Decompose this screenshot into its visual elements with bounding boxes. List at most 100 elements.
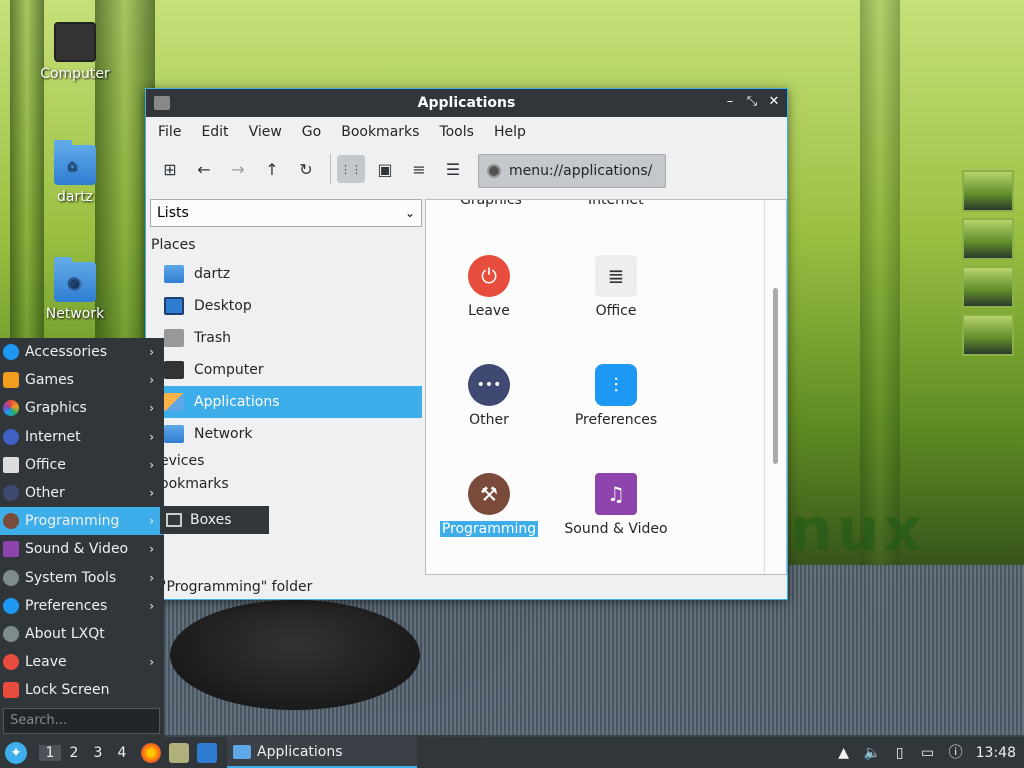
- menu-item-label: Lock Screen: [25, 682, 110, 699]
- place-applications[interactable]: Applications: [148, 386, 422, 418]
- start-menu-button[interactable]: ✦: [5, 741, 27, 764]
- menu-item-sound-video[interactable]: Sound & Video ›: [0, 535, 164, 563]
- volume-icon[interactable]: 🔈: [864, 745, 881, 761]
- menu-help[interactable]: Help: [484, 124, 536, 140]
- grid-item-other[interactable]: ••• Other: [429, 364, 549, 428]
- place-network[interactable]: Network: [148, 418, 422, 450]
- side-pane-mode-value: Lists: [157, 205, 189, 221]
- scrollbar-thumb[interactable]: [773, 288, 778, 464]
- desktop-switch-1[interactable]: 1: [39, 744, 61, 761]
- menu-item-about-lxqt[interactable]: About LXQt: [0, 620, 164, 648]
- menu-item-office[interactable]: Office ›: [0, 451, 164, 479]
- forward-arrow-icon[interactable]: →: [224, 155, 252, 183]
- menu-item-games[interactable]: Games ›: [0, 366, 164, 394]
- toolbar-separator: [330, 154, 331, 184]
- menu-go[interactable]: Go: [292, 124, 331, 140]
- location-bar[interactable]: menu://applications/: [478, 154, 666, 188]
- window-titlebar[interactable]: Applications – ⤡ ✕: [146, 89, 787, 117]
- grid-item-leave[interactable]: ⏻ Leave: [429, 255, 549, 319]
- folder-icon: [233, 744, 251, 759]
- menu-item-internet[interactable]: Internet ›: [0, 423, 164, 451]
- grid-item-office[interactable]: ≣ Office: [556, 255, 676, 319]
- menu-item-label: Office: [25, 456, 66, 473]
- icon-view-icon[interactable]: ⋮⋮: [337, 155, 365, 183]
- place-trash[interactable]: Trash: [148, 322, 422, 354]
- menu-edit[interactable]: Edit: [191, 124, 238, 140]
- side-pane-mode-select[interactable]: Lists ⌄: [150, 199, 422, 227]
- desktop-icon-computer[interactable]: Computer: [25, 22, 125, 82]
- clipboard-icon[interactable]: ▯: [892, 745, 908, 761]
- menu-item-other[interactable]: Other ›: [0, 479, 164, 507]
- info-icon: [3, 625, 19, 642]
- show-desktop-icon[interactable]: [197, 742, 217, 763]
- window-title: Applications: [417, 95, 516, 111]
- clock[interactable]: 13:48: [976, 745, 1016, 761]
- sliders-icon: [3, 597, 19, 614]
- grid-item-sound-video[interactable]: ♫ Sound & Video: [556, 473, 676, 537]
- menu-item-programming[interactable]: Programming ›: [0, 507, 164, 536]
- new-tab-icon[interactable]: ⊞: [156, 155, 184, 183]
- accessories-icon: [3, 344, 19, 361]
- workspace-thumbnail-4[interactable]: [962, 314, 1014, 356]
- chevron-right-icon: ›: [149, 570, 154, 585]
- power-icon: [3, 654, 19, 671]
- grid-item-label-partial: Internet: [588, 199, 644, 208]
- menu-item-accessories[interactable]: Accessories ›: [0, 338, 164, 366]
- boxes-icon: [166, 513, 182, 527]
- system-tray: ▲ 🔈 ▯ ▭ ⓘ 13:48: [836, 737, 1024, 768]
- desktop-switch-2[interactable]: 2: [63, 745, 85, 761]
- wallpaper-logo-text: nux: [790, 495, 927, 565]
- menu-item-label: Programming: [25, 513, 120, 530]
- reload-icon[interactable]: ↻: [292, 155, 320, 183]
- chevron-right-icon: ›: [149, 373, 154, 388]
- menu-item-label: Accessories: [25, 344, 108, 361]
- programming-submenu-item-boxes[interactable]: Boxes: [160, 506, 269, 534]
- compact-view-icon[interactable]: ≡: [405, 155, 433, 183]
- menu-tools[interactable]: Tools: [429, 124, 484, 140]
- task-applications[interactable]: Applications: [227, 737, 417, 768]
- menu-item-preferences[interactable]: Preferences ›: [0, 592, 164, 620]
- desktop-icon-network[interactable]: ◉ Network: [25, 257, 125, 322]
- wallpaper-stone: [170, 600, 420, 710]
- minimize-button[interactable]: –: [723, 94, 737, 110]
- place-desktop[interactable]: Desktop: [148, 290, 422, 322]
- grid-item-label: Sound & Video: [564, 521, 668, 537]
- folder-view[interactable]: Graphics Internet ⏻ Leave ≣ Office ••• O…: [425, 199, 787, 575]
- tray-arrow-icon[interactable]: ▲: [836, 745, 852, 761]
- vertical-scrollbar[interactable]: [764, 200, 786, 574]
- grid-item-programming[interactable]: ⚒ Programming: [429, 473, 549, 537]
- gear-icon: [3, 569, 19, 586]
- desktop-switch-3[interactable]: 3: [87, 745, 109, 761]
- menu-view[interactable]: View: [239, 124, 292, 140]
- computer-icon: [164, 361, 184, 379]
- chevron-right-icon: ›: [149, 598, 154, 613]
- devices-heading: evices: [160, 453, 205, 469]
- workspace-thumbnail-3[interactable]: [962, 266, 1014, 308]
- thumbnail-view-icon[interactable]: ▣: [371, 155, 399, 183]
- desktop-switch-4[interactable]: 4: [111, 745, 133, 761]
- place-computer[interactable]: Computer: [148, 354, 422, 386]
- close-button[interactable]: ✕: [767, 94, 781, 110]
- music-video-icon: ♫: [595, 473, 637, 515]
- menu-item-graphics[interactable]: Graphics ›: [0, 394, 164, 422]
- back-arrow-icon[interactable]: ←: [190, 155, 218, 183]
- menu-file[interactable]: File: [148, 124, 191, 140]
- menu-item-lock-screen[interactable]: Lock Screen: [0, 676, 164, 704]
- desktop-icon-dartz[interactable]: ⌂ dartz: [25, 140, 125, 205]
- file-manager-launcher-icon[interactable]: [169, 742, 189, 763]
- menu-item-leave[interactable]: Leave ›: [0, 648, 164, 676]
- firefox-icon[interactable]: [141, 742, 161, 763]
- menu-search-input[interactable]: Search...: [3, 708, 160, 734]
- place-label: Applications: [194, 394, 280, 410]
- update-notification-icon[interactable]: ⓘ: [948, 745, 964, 761]
- menu-bookmarks[interactable]: Bookmarks: [331, 124, 429, 140]
- workspace-thumbnail-1[interactable]: [962, 170, 1014, 212]
- maximize-button[interactable]: ⤡: [745, 94, 759, 110]
- grid-item-preferences[interactable]: ⫶ Preferences: [556, 364, 676, 428]
- menu-item-system-tools[interactable]: System Tools ›: [0, 564, 164, 592]
- place-dartz[interactable]: dartz: [148, 258, 422, 290]
- detail-view-icon[interactable]: ☰: [439, 155, 467, 183]
- workspace-thumbnail-2[interactable]: [962, 218, 1014, 260]
- network-status-icon[interactable]: ▭: [920, 745, 936, 761]
- up-arrow-icon[interactable]: ↑: [258, 155, 286, 183]
